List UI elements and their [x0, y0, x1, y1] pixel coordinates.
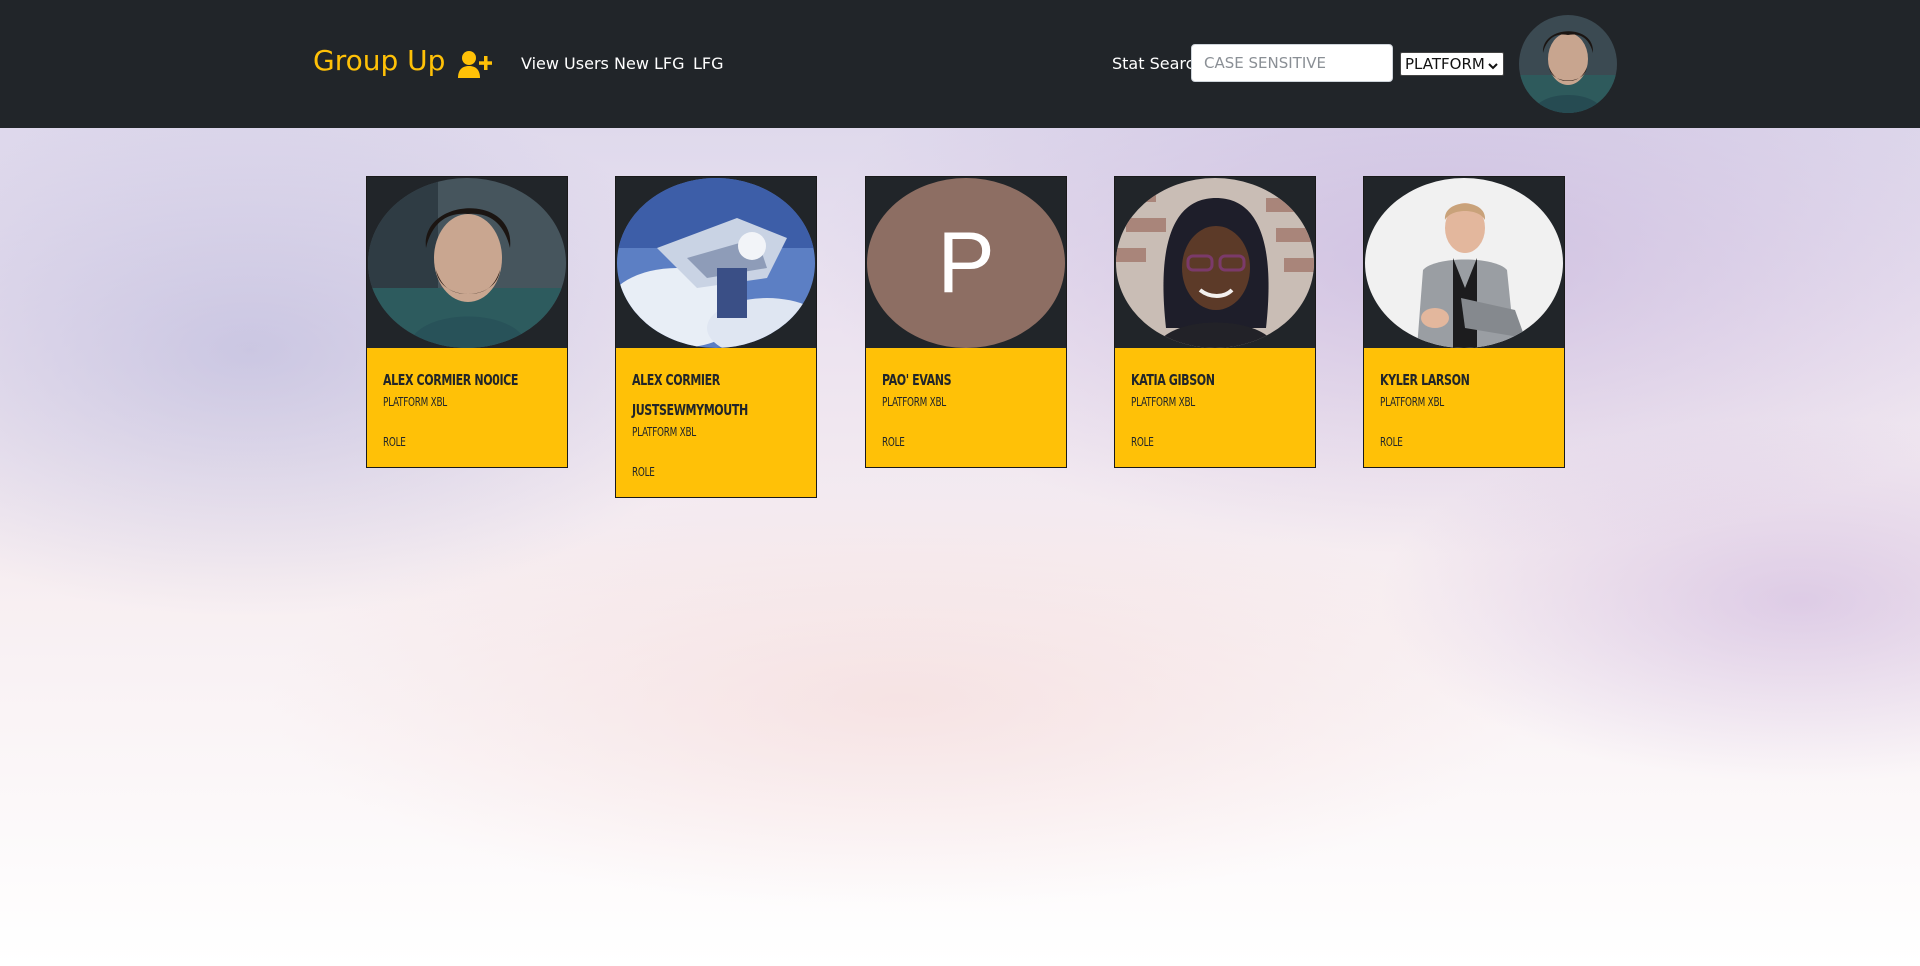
platform-select-value: PLATFORM — [1405, 55, 1485, 73]
user-name: Pao' Evans — [882, 371, 952, 389]
user-name: Katia Gibson — [1131, 371, 1215, 389]
card-body: Pao' Evans Platform XBL Role — [866, 348, 1066, 467]
user-card[interactable]: Kyler Larson Platform XBL Role — [1363, 176, 1565, 468]
user-name: Kyler Larson — [1380, 371, 1470, 389]
user-role: Role — [632, 465, 655, 479]
card-photo-frame — [1364, 177, 1564, 348]
nav-view-users[interactable]: View Users — [521, 54, 609, 73]
avatar: P — [867, 178, 1065, 348]
card-photo-frame — [616, 177, 816, 348]
user-name: Alex Cormier no0ice — [383, 371, 519, 389]
avatar-initial: P — [937, 214, 995, 311]
avatar — [1116, 178, 1314, 348]
card-body: Katia Gibson Platform XBL Role — [1115, 348, 1315, 467]
user-platform: Platform XBL — [632, 425, 696, 439]
user-role: Role — [1380, 435, 1403, 449]
brand-logo[interactable]: Group Up — [313, 44, 445, 77]
platform-select[interactable]: PLATFORM — [1400, 52, 1504, 76]
chevron-down-icon — [1487, 58, 1499, 70]
nav-lfg[interactable]: LFG — [693, 54, 724, 73]
user-platform: Platform XBL — [1131, 395, 1195, 409]
avatar — [1365, 178, 1563, 348]
user-role: Role — [882, 435, 905, 449]
card-photo-frame — [1115, 177, 1315, 348]
stat-search-input[interactable] — [1191, 44, 1393, 82]
card-photo-frame: P — [866, 177, 1066, 348]
user-card[interactable]: Katia Gibson Platform XBL Role — [1114, 176, 1316, 468]
avatar — [368, 178, 566, 348]
card-photo-frame — [367, 177, 567, 348]
user-role: Role — [383, 435, 406, 449]
nav-new-lfg[interactable]: New LFG — [614, 54, 685, 73]
user-card[interactable]: Alex Cormier no0ice Platform XBL Role — [366, 176, 568, 468]
user-platform: Platform XBL — [1380, 395, 1444, 409]
user-role: Role — [1131, 435, 1154, 449]
user-plus-icon[interactable] — [458, 50, 493, 78]
avatar — [617, 178, 815, 348]
user-platform: Platform XBL — [882, 395, 946, 409]
user-card[interactable]: P Pao' Evans Platform XBL Role — [865, 176, 1067, 468]
card-body: Alex Cormier no0ice Platform XBL Role — [367, 348, 567, 467]
card-body: Kyler Larson Platform XBL Role — [1364, 348, 1564, 467]
card-body: Alex Cormier JustSewMyMouth Platform XBL… — [616, 348, 816, 497]
user-platform: Platform XBL — [383, 395, 447, 409]
user-card[interactable]: Alex Cormier JustSewMyMouth Platform XBL… — [615, 176, 817, 498]
navbar: Group Up View Users New LFG LFG Stat Sea… — [0, 0, 1920, 128]
avatar[interactable] — [1519, 15, 1617, 113]
user-name: Alex Cormier JustSewMyMouth — [632, 371, 748, 419]
